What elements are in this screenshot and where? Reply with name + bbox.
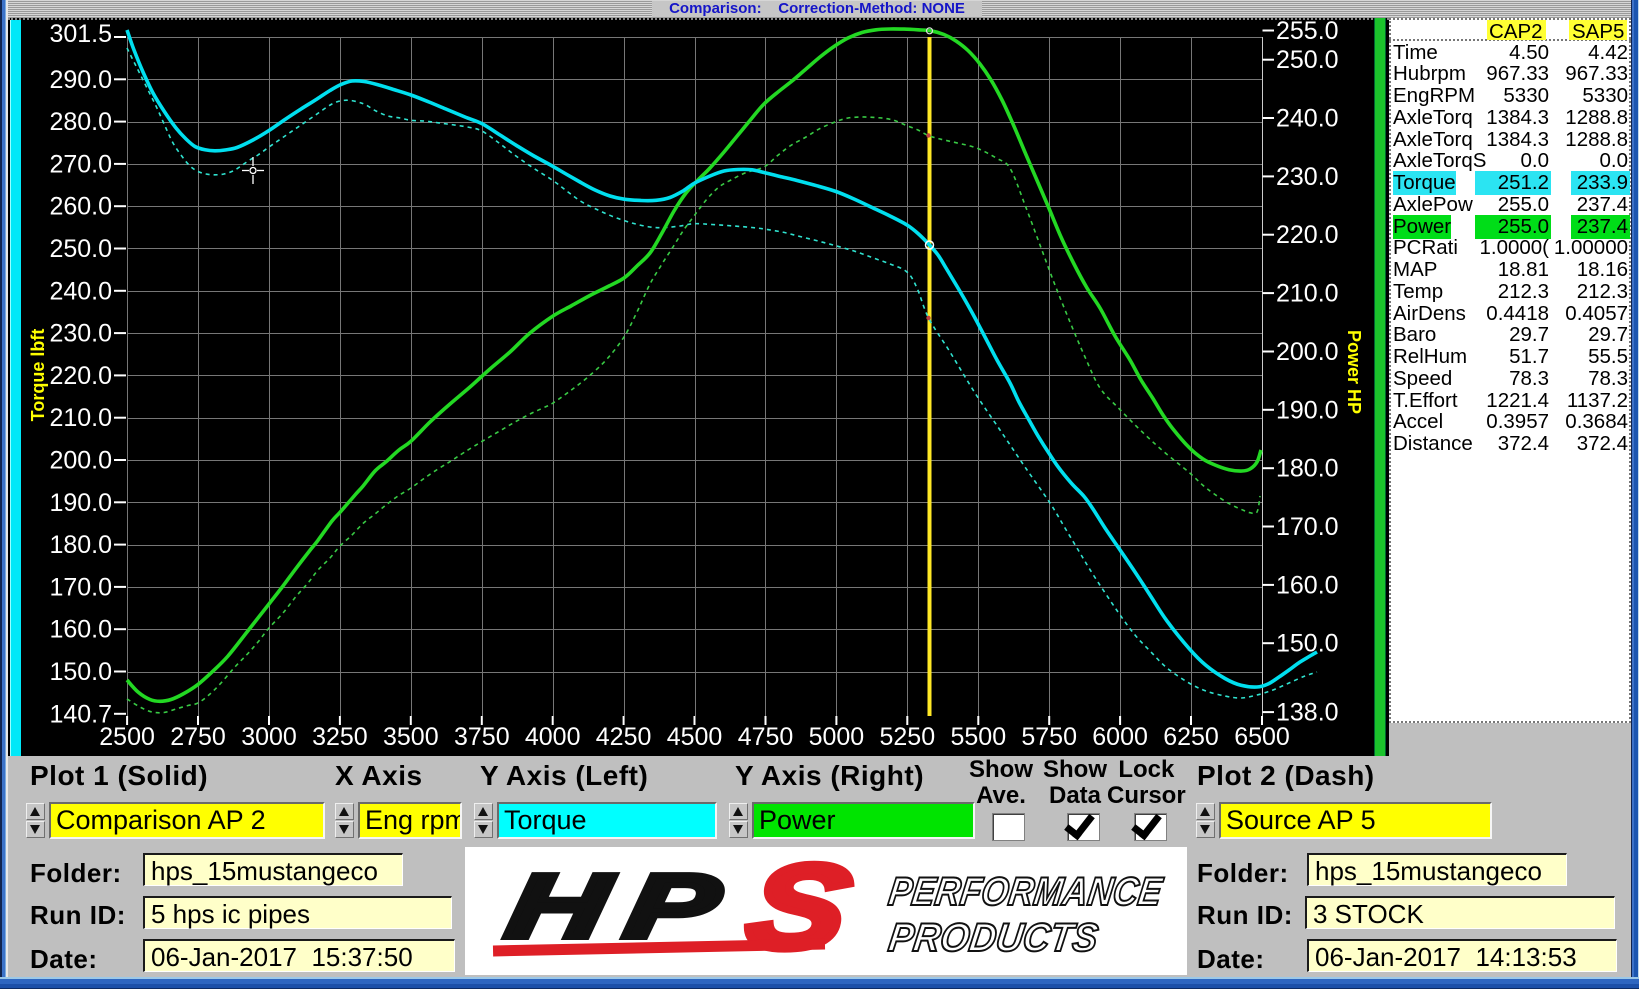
svg-text:150.0: 150.0	[1276, 630, 1339, 658]
svg-text:230.0: 230.0	[1276, 163, 1339, 191]
svg-text:160.0: 160.0	[1276, 571, 1339, 599]
svg-text:190.0: 190.0	[1276, 396, 1339, 424]
svg-text:5000: 5000	[809, 723, 865, 751]
svg-text:240.0: 240.0	[49, 277, 112, 305]
svg-text:3750: 3750	[454, 723, 510, 751]
svg-text:Power HP: Power HP	[1344, 330, 1364, 414]
svg-text:210.0: 210.0	[49, 404, 112, 432]
svg-text:170.0: 170.0	[1276, 513, 1339, 541]
svg-text:150.0: 150.0	[49, 658, 112, 686]
svg-text:170.0: 170.0	[49, 573, 112, 601]
svg-text:250.0: 250.0	[49, 235, 112, 263]
svg-text:2750: 2750	[170, 723, 226, 751]
svg-text:301.5: 301.5	[49, 20, 112, 48]
svg-text:280.0: 280.0	[49, 108, 112, 136]
svg-text:6250: 6250	[1163, 723, 1219, 751]
svg-text:180.0: 180.0	[1276, 455, 1339, 483]
svg-text:5500: 5500	[950, 723, 1006, 751]
svg-text:2500: 2500	[99, 723, 155, 751]
svg-text:270.0: 270.0	[49, 150, 112, 178]
svg-text:240.0: 240.0	[1276, 105, 1339, 133]
svg-text:200.0: 200.0	[49, 447, 112, 475]
svg-text:4250: 4250	[596, 723, 652, 751]
svg-text:3000: 3000	[241, 723, 297, 751]
svg-text:210.0: 210.0	[1276, 280, 1339, 308]
svg-text:250.0: 250.0	[1276, 46, 1339, 74]
svg-text:220.0: 220.0	[49, 362, 112, 390]
svg-text:3500: 3500	[383, 723, 439, 751]
svg-text:255.0: 255.0	[1276, 17, 1339, 45]
svg-text:6000: 6000	[1092, 723, 1148, 751]
svg-text:4500: 4500	[667, 723, 723, 751]
svg-text:4000: 4000	[525, 723, 581, 751]
svg-text:6500: 6500	[1234, 723, 1290, 751]
svg-text:160.0: 160.0	[49, 616, 112, 644]
svg-text:4750: 4750	[738, 723, 794, 751]
svg-text:260.0: 260.0	[49, 193, 112, 221]
svg-text:230.0: 230.0	[49, 320, 112, 348]
svg-text:190.0: 190.0	[49, 489, 112, 517]
svg-text:200.0: 200.0	[1276, 338, 1339, 366]
svg-text:220.0: 220.0	[1276, 221, 1339, 249]
svg-text:5750: 5750	[1021, 723, 1077, 751]
svg-text:5250: 5250	[879, 723, 935, 751]
svg-text:Torque lbft: Torque lbft	[28, 329, 48, 422]
svg-text:180.0: 180.0	[49, 531, 112, 559]
svg-text:3250: 3250	[312, 723, 368, 751]
svg-text:290.0: 290.0	[49, 66, 112, 94]
